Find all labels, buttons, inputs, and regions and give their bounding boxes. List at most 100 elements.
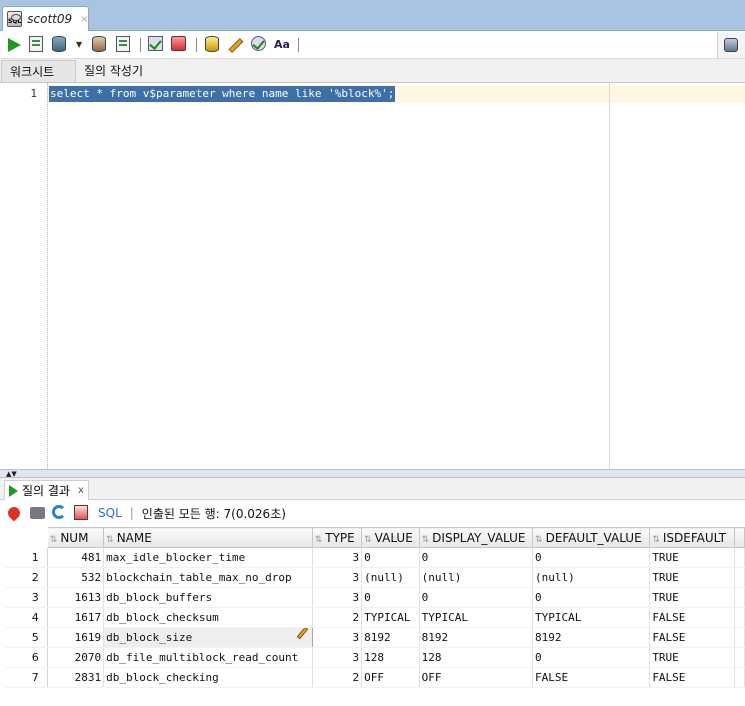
cell-display-value[interactable]: TYPICAL: [419, 607, 534, 628]
cell-isdefault[interactable]: TRUE: [649, 647, 736, 668]
sql-history-button[interactable]: [205, 36, 223, 54]
cell-num[interactable]: 1613: [47, 587, 105, 608]
edit-pencil-icon[interactable]: [296, 628, 308, 640]
table-row[interactable]: 6 2070 db_file_multiblock_read_count 3 1…: [4, 647, 745, 668]
cell-isdefault[interactable]: TRUE: [649, 547, 736, 568]
cell-default-value[interactable]: 0: [532, 587, 651, 608]
cell-type[interactable]: 3: [312, 567, 363, 588]
cell-display-value[interactable]: 0: [419, 547, 534, 568]
cell-name[interactable]: blockchain_table_max_no_drop: [103, 567, 313, 588]
run-statement-button[interactable]: [5, 36, 23, 54]
sql-tuning-button[interactable]: [116, 36, 134, 54]
cell-display-value[interactable]: 0: [419, 587, 534, 608]
cell-value[interactable]: 8192: [361, 627, 420, 648]
cell-default-value[interactable]: 8192: [532, 627, 651, 648]
column-header-label: NAME: [116, 530, 152, 545]
cell-display-value[interactable]: 128: [419, 647, 534, 668]
freeze-view-button[interactable]: [5, 504, 24, 522]
close-result-tab-icon[interactable]: x: [78, 485, 84, 496]
cell-isdefault[interactable]: FALSE: [649, 627, 736, 648]
column-header-display-value[interactable]: ⇅ DISPLAY_VALUE: [418, 527, 534, 548]
autotrace-button[interactable]: [52, 36, 70, 54]
cell-num[interactable]: 532: [47, 567, 105, 588]
print-button[interactable]: [30, 505, 46, 521]
column-header-type[interactable]: ⇅ TYPE: [311, 527, 363, 548]
query-result-tab-label: 질의 결과: [22, 484, 70, 498]
cell-type[interactable]: 3: [312, 627, 363, 648]
cell-value[interactable]: TYPICAL: [361, 607, 420, 628]
cell-num[interactable]: 481: [47, 547, 105, 568]
cell-type[interactable]: 2: [312, 667, 363, 688]
autotrace-dropdown-chevron-down-icon[interactable]: ▼: [76, 36, 86, 54]
cell-default-value[interactable]: FALSE: [532, 667, 651, 688]
cell-value[interactable]: 0: [361, 547, 420, 568]
sql-statement[interactable]: select * from v$parameter where name lik…: [49, 86, 396, 102]
cell-type[interactable]: 3: [312, 547, 363, 568]
cell-display-value[interactable]: OFF: [419, 667, 534, 688]
cell-type[interactable]: 3: [312, 587, 363, 608]
editor-results-splitter[interactable]: ▲▼: [0, 469, 745, 478]
tab-query-builder[interactable]: 질의 작성기: [76, 60, 151, 82]
cell-type[interactable]: 2: [312, 607, 363, 628]
column-header-isdefault[interactable]: ⇅ ISDEFAULT: [649, 527, 736, 548]
commit-button[interactable]: [148, 36, 166, 54]
table-row[interactable]: 4 1617 db_block_checksum 2 TYPICAL TYPIC…: [4, 607, 745, 628]
tab-query-result[interactable]: 질의 결과 x: [4, 480, 89, 500]
cell-isdefault[interactable]: FALSE: [649, 667, 736, 688]
toolbar-separator: [298, 38, 299, 52]
results-tab-bar: 질의 결과 x: [0, 478, 745, 500]
sql-editor[interactable]: 1 select * from v$parameter where name l…: [4, 83, 745, 469]
table-row[interactable]: 1 481 max_idle_blocker_time 3 0 0 0 TRUE: [4, 547, 745, 568]
cell-isdefault[interactable]: TRUE: [649, 587, 736, 608]
explain-plan-button[interactable]: [92, 36, 110, 54]
column-header-name[interactable]: ⇅ NAME: [103, 527, 313, 548]
results-toolbar: SQL | 인출된 모든 행: 7(0.026초): [0, 500, 745, 526]
cell-display-value[interactable]: 8192: [419, 627, 534, 648]
cell-num[interactable]: 1617: [47, 607, 105, 628]
cell-num[interactable]: 1619: [47, 627, 105, 648]
cell-name[interactable]: db_file_multiblock_read_count: [103, 647, 313, 668]
cell-value[interactable]: 0: [361, 587, 420, 608]
cell-value[interactable]: OFF: [361, 667, 420, 688]
tab-worksheet[interactable]: 워크시트: [1, 60, 76, 82]
table-row-selected[interactable]: 5 1619 db_block_size 3 8192 8192 8192 FA…: [4, 627, 745, 648]
column-header-num[interactable]: ⇅ NUM: [46, 527, 105, 548]
cell-name-editing[interactable]: db_block_size: [103, 627, 313, 648]
splitter-arrows-icon[interactable]: ▲▼: [6, 470, 17, 478]
cell-name[interactable]: db_block_checksum: [103, 607, 313, 628]
cell-default-value[interactable]: (null): [532, 567, 651, 588]
cell-value[interactable]: (null): [361, 567, 420, 588]
cell-name[interactable]: db_block_checking: [103, 667, 313, 688]
cell-default-value[interactable]: 0: [532, 547, 651, 568]
clear-button[interactable]: [228, 36, 246, 54]
column-header-value[interactable]: ⇅ VALUE: [361, 527, 420, 548]
cell-display-value[interactable]: (null): [419, 567, 534, 588]
editor-tab-scott09[interactable]: SQL scott09 ×: [2, 6, 89, 31]
cell-type[interactable]: 3: [312, 647, 363, 668]
format-case-button[interactable]: Aa: [274, 36, 292, 54]
cell-isdefault[interactable]: TRUE: [649, 567, 736, 588]
sql-history-browser-button[interactable]: [251, 36, 269, 54]
cell-name[interactable]: max_idle_blocker_time: [103, 547, 313, 568]
cell-default-value[interactable]: 0: [532, 647, 651, 668]
cell-name[interactable]: db_block_buffers: [103, 587, 313, 608]
run-icon: [8, 38, 21, 52]
column-header-default-value[interactable]: ⇅ DEFAULT_VALUE: [532, 527, 651, 548]
run-script-button[interactable]: [29, 36, 47, 54]
table-row[interactable]: 2 532 blockchain_table_max_no_drop 3 (nu…: [4, 567, 745, 588]
close-tab-icon[interactable]: ×: [80, 14, 88, 25]
cell-default-value[interactable]: TYPICAL: [532, 607, 651, 628]
sql-developer-window: SQL scott09 × ▼ Aa 워크시트 질의 작성기 1 select …: [0, 0, 745, 706]
cell-num[interactable]: 2831: [47, 667, 105, 688]
table-row[interactable]: 7 2831 db_block_checking 2 OFF OFF FALSE…: [4, 667, 745, 688]
connection-selector[interactable]: [717, 32, 745, 58]
rollback-button[interactable]: [171, 36, 189, 54]
explain-plan-icon: [92, 36, 106, 52]
refresh-button[interactable]: [52, 505, 68, 521]
sql-link[interactable]: SQL: [98, 506, 122, 520]
cell-isdefault[interactable]: FALSE: [649, 607, 736, 628]
cell-num[interactable]: 2070: [47, 647, 105, 668]
export-button[interactable]: [74, 505, 90, 521]
cell-value[interactable]: 128: [361, 647, 420, 668]
table-row[interactable]: 3 1613 db_block_buffers 3 0 0 0 TRUE: [4, 587, 745, 608]
